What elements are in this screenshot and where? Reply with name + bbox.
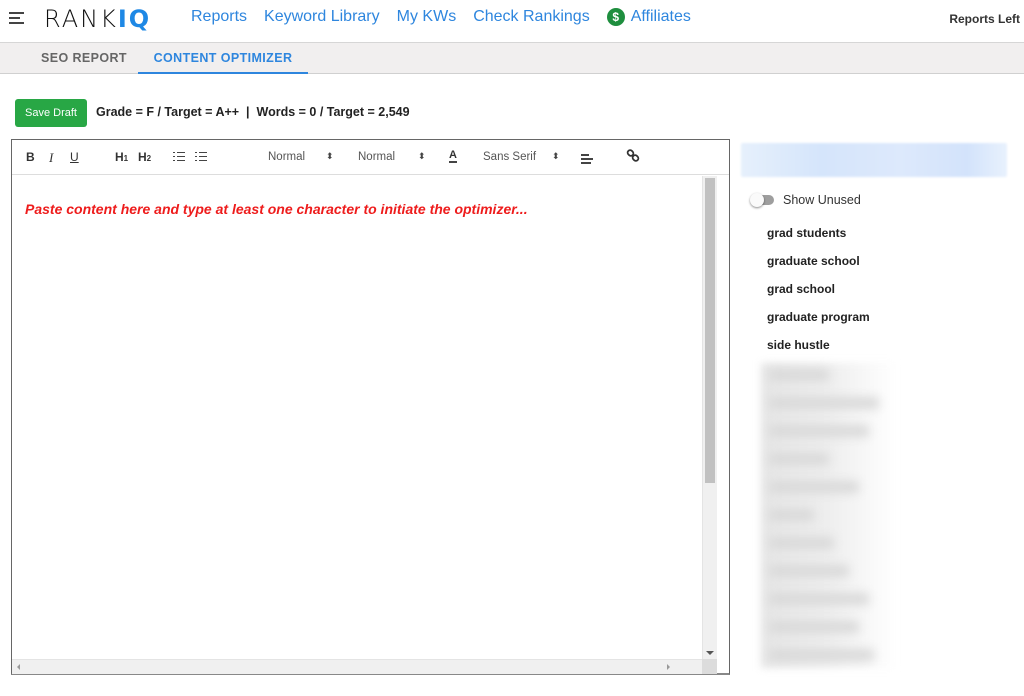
scroll-right-arrow-icon[interactable] (667, 664, 670, 670)
top-nav: RANK IQ Reports Keyword Library My KWs Ch… (0, 0, 1024, 42)
dollar-icon: $ (606, 8, 625, 26)
scroll-down-arrow-icon[interactable] (706, 651, 714, 655)
size-select-value: Normal (358, 151, 396, 163)
keyword-item[interactable]: grad school (767, 282, 870, 310)
ordered-list-icon[interactable] (173, 151, 185, 162)
grade-status: Grade = F / Target = A++ | Words = 0 / T… (96, 105, 410, 119)
toggle-knob (750, 193, 764, 207)
select-arrows-icon: ⬍ (552, 151, 560, 161)
blurred-keyword-list (761, 363, 896, 668)
font-select[interactable]: Sans Serif ⬍ (483, 151, 568, 163)
content-editor: B I U H1 H2 Normal ⬍ Normal ⬍ A Sans Ser… (11, 139, 730, 675)
text-color-icon[interactable]: A (449, 150, 457, 163)
italic-button[interactable]: I (49, 150, 53, 166)
align-left-icon[interactable] (581, 154, 593, 164)
hamburger-menu-icon[interactable] (9, 11, 25, 25)
heading1-button[interactable]: H1 (115, 150, 128, 164)
bullet-list-icon[interactable] (195, 151, 207, 162)
nav-affiliates-label: Affiliates (630, 8, 691, 25)
show-unused-toggle[interactable] (750, 193, 774, 207)
font-select-value: Sans Serif (483, 151, 537, 163)
nav-my-kws[interactable]: My KWs (397, 8, 457, 26)
blurred-banner (741, 143, 1007, 177)
tab-content-optimizer[interactable]: CONTENT OPTIMIZER (138, 43, 308, 74)
horizontal-scrollbar[interactable] (12, 659, 702, 674)
link-icon[interactable] (626, 149, 640, 166)
scrollbar-thumb[interactable] (705, 178, 715, 483)
keyword-list: grad students graduate school grad schoo… (767, 226, 870, 366)
logo-accent: IQ (117, 5, 152, 33)
bold-button[interactable]: B (26, 150, 35, 164)
heading2-sub: 2 (146, 154, 152, 163)
vertical-scrollbar[interactable] (702, 176, 717, 659)
nav-keyword-library[interactable]: Keyword Library (264, 8, 380, 26)
keyword-item[interactable]: side hustle (767, 338, 870, 366)
keyword-item[interactable]: graduate school (767, 254, 870, 282)
select-arrows-icon: ⬍ (326, 151, 334, 161)
heading2-button[interactable]: H2 (138, 150, 151, 164)
scrollbar-corner (702, 659, 717, 674)
heading1-sub: 1 (123, 154, 129, 163)
editor-toolbar: B I U H1 H2 Normal ⬍ Normal ⬍ A Sans Ser… (12, 140, 729, 175)
nav-check-rankings[interactable]: Check Rankings (473, 8, 590, 26)
reports-left-label: Reports Left (949, 12, 1020, 26)
nav-links: Reports Keyword Library My KWs Check Ran… (191, 8, 691, 26)
underline-button[interactable]: U (70, 150, 79, 164)
editor-content-area[interactable]: Paste content here and type at least one… (12, 176, 702, 659)
scroll-left-arrow-icon[interactable] (17, 664, 20, 670)
select-arrows-icon: ⬍ (418, 151, 426, 161)
nav-reports[interactable]: Reports (191, 8, 247, 26)
rankiq-logo[interactable]: RANK IQ (44, 5, 152, 33)
keyword-item[interactable]: grad students (767, 226, 870, 254)
heading1-label: H (115, 150, 124, 164)
editor-placeholder: Paste content here and type at least one… (25, 201, 528, 217)
header-select[interactable]: Normal ⬍ (268, 151, 348, 163)
header-select-value: Normal (268, 151, 306, 163)
size-select[interactable]: Normal ⬍ (358, 151, 438, 163)
tab-seo-report[interactable]: SEO REPORT (41, 43, 127, 74)
tabs-bar: SEO REPORT CONTENT OPTIMIZER (0, 42, 1024, 74)
logo-text: RANK (44, 5, 118, 33)
keyword-item[interactable]: graduate program (767, 310, 870, 338)
heading2-label: H (138, 150, 147, 164)
nav-affiliates[interactable]: $ Affiliates (606, 8, 691, 26)
show-unused-label: Show Unused (783, 193, 861, 207)
save-draft-button[interactable]: Save Draft (15, 99, 87, 127)
